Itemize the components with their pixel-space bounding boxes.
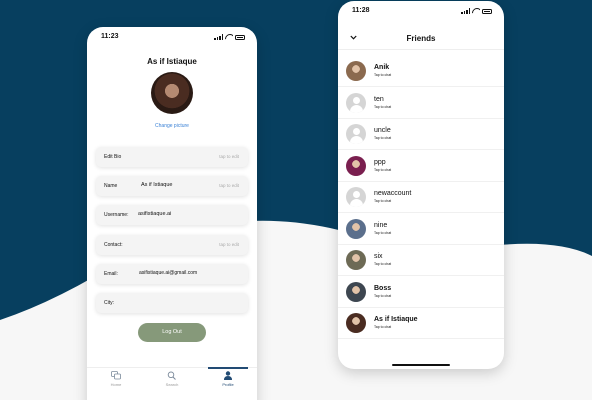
signal-icon: [461, 8, 470, 14]
friend-name: newaccount: [374, 190, 412, 197]
friend-row[interactable]: Boss Tap to chat: [338, 277, 504, 308]
search-icon: [167, 371, 176, 380]
friend-row[interactable]: uncle Tap to chat: [338, 119, 504, 150]
friend-row[interactable]: six Tap to chat: [338, 245, 504, 276]
friend-name: ppp: [374, 158, 386, 166]
friend-avatar: [346, 218, 366, 239]
friend-row[interactable]: ten Tap to chat: [338, 88, 504, 119]
city-label: City:: [104, 300, 114, 306]
tap-to-chat-label: Tap to chat: [374, 136, 392, 140]
friends-screen: 11:28 Friends Anik Tap to chat ten Tap to c…: [338, 1, 504, 369]
tab-search-label: Search: [165, 382, 179, 387]
bio-hint: tap to edit: [219, 154, 239, 159]
friend-name: As if Istiaque: [374, 316, 418, 323]
contact-label: Contact:: [104, 242, 123, 248]
tap-to-chat-label: Tap to chat: [374, 73, 392, 77]
tap-to-chat-label: Tap to chat: [374, 230, 392, 235]
tab-bar: Home Search Profile: [87, 367, 257, 392]
name-hint: tap to edit: [219, 183, 239, 188]
friend-row[interactable]: ppp Tap to chat: [338, 151, 504, 182]
wifi-icon: [472, 8, 480, 14]
default-avatar-icon: [346, 92, 366, 113]
friend-row[interactable]: nine Tap to chat: [338, 214, 504, 245]
tap-to-chat-label: Tap to chat: [374, 104, 392, 109]
email-field: Email: asifistiaque.ai@gmail.com: [96, 264, 248, 284]
signal-icon: [214, 34, 223, 40]
friend-name: six: [374, 253, 383, 260]
home-indicator: [392, 364, 450, 366]
friend-row[interactable]: newaccount Tap to chat: [338, 182, 504, 213]
edit-bio-field[interactable]: Edit Bio tap to edit: [96, 147, 248, 167]
status-bar: 11:28: [352, 7, 492, 19]
friend-name: Boss: [374, 284, 392, 292]
tap-to-chat-label: Tap to chat: [374, 167, 392, 172]
friends-title: Friends: [406, 34, 436, 43]
friend-name: ten: [374, 95, 384, 103]
person-icon: [224, 371, 232, 380]
bio-label: Edit Bio: [104, 154, 122, 160]
friend-row[interactable]: As if Istiaque Tap to chat: [338, 308, 504, 339]
tap-to-chat-label: Tap to chat: [374, 325, 392, 329]
battery-icon: [482, 8, 492, 14]
tab-home[interactable]: Home: [98, 371, 134, 387]
tab-profile[interactable]: Profile: [208, 367, 248, 387]
username-field: Username: asifistiaque.ai: [96, 205, 248, 225]
change-picture-link[interactable]: Change picture: [87, 123, 257, 129]
default-avatar-icon: [346, 187, 366, 207]
battery-icon: [235, 34, 245, 40]
status-time: 11:23: [101, 33, 119, 40]
tab-home-label: Home: [110, 382, 122, 387]
status-time: 11:28: [352, 7, 370, 14]
chat-bubbles-icon: [111, 371, 121, 380]
name-field[interactable]: Name As if Istiaque tap to edit: [96, 176, 248, 196]
friend-row[interactable]: Anik Tap to chat: [338, 56, 504, 87]
friend-avatar: [346, 313, 366, 333]
username-value: asifistiaque.ai: [138, 211, 172, 217]
contact-field[interactable]: Contact: tap to edit: [96, 235, 248, 255]
friend-avatar: [346, 155, 366, 176]
friend-avatar: [346, 250, 366, 270]
friend-avatar: [346, 281, 366, 302]
tap-to-chat-label: Tap to chat: [374, 293, 392, 298]
tab-profile-label: Profile: [222, 382, 234, 387]
tab-search[interactable]: Search: [154, 371, 190, 387]
status-bar: 11:23: [101, 33, 245, 45]
name-value: As if Istiaque: [141, 182, 173, 188]
tap-to-chat-label: Tap to chat: [374, 262, 392, 266]
name-label: Name: [104, 183, 118, 189]
friend-avatar: [346, 61, 366, 81]
contact-hint: tap to edit: [219, 242, 239, 247]
default-avatar-icon: [346, 124, 366, 144]
friends-header: Friends: [338, 26, 504, 50]
wifi-icon: [225, 34, 233, 40]
email-label: Email:: [104, 271, 118, 277]
friend-name: nine: [374, 221, 388, 229]
username-label: Username:: [104, 212, 129, 218]
friend-name: Anik: [374, 64, 390, 71]
tap-to-chat-label: Tap to chat: [374, 199, 392, 203]
city-field[interactable]: City:: [96, 293, 248, 313]
profile-name-title: As if Istiaque: [147, 57, 197, 66]
logout-button[interactable]: Log Out: [138, 323, 206, 342]
profile-screen: 11:23 As if Istiaque Change picture Edit…: [87, 27, 257, 400]
profile-avatar[interactable]: [151, 72, 193, 114]
friend-name: uncle: [374, 127, 391, 134]
email-value: asifistiaque.ai@gmail.com: [139, 270, 198, 276]
